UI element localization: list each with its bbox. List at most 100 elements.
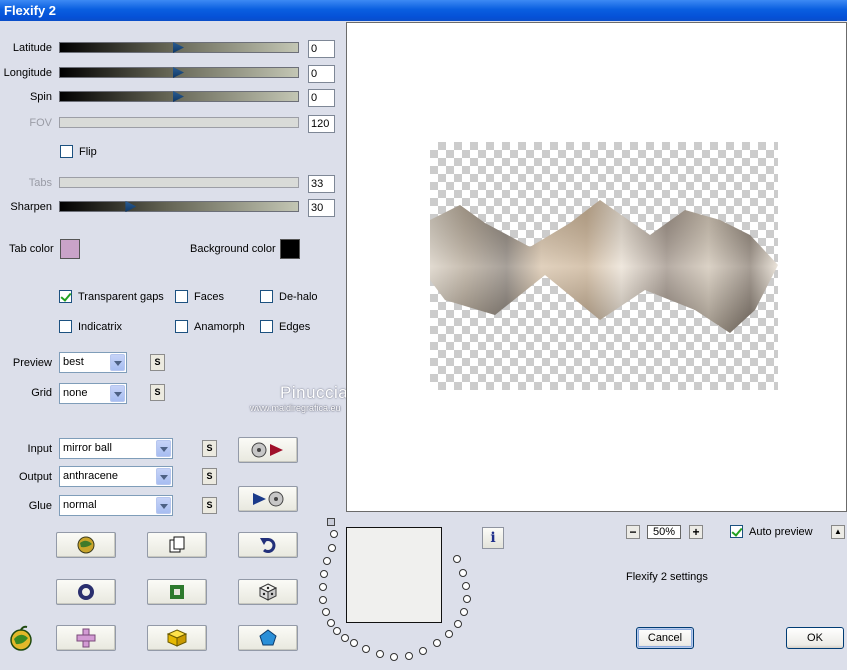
background-color-swatch[interactable] (280, 239, 300, 259)
apple-logo-icon (10, 625, 32, 651)
input-select[interactable]: mirror ball (59, 438, 173, 459)
fov-slider (59, 117, 299, 128)
anamorph-label: Anamorph (194, 321, 245, 333)
square-button[interactable] (147, 579, 207, 605)
chevron-down-icon[interactable] (110, 354, 125, 371)
transparent-gaps-label: Transparent gaps (78, 291, 164, 303)
longitude-slider[interactable] (59, 67, 299, 78)
grid-s-button[interactable]: S (150, 384, 165, 401)
output-select[interactable]: anthracene (59, 466, 173, 487)
input-s-button[interactable]: S (202, 440, 217, 457)
auto-preview-label: Auto preview (749, 526, 813, 538)
faces-checkbox[interactable] (175, 290, 188, 303)
zoom-level: 50% (647, 525, 681, 539)
chevron-down-icon[interactable] (156, 468, 171, 485)
preview-value: best (63, 356, 84, 368)
plus-button[interactable] (56, 625, 116, 651)
input-value: mirror ball (63, 442, 112, 454)
latitude-slider[interactable] (59, 42, 299, 53)
sharpen-label: Sharpen (10, 201, 52, 213)
orientation-ring[interactable] (312, 526, 476, 664)
preview-label: Preview (12, 357, 52, 369)
tab-color-label: Tab color (9, 243, 54, 255)
longitude-label: Longitude (3, 67, 52, 79)
square-icon (170, 585, 184, 599)
sharpen-input[interactable]: 30 (308, 199, 335, 217)
watermark-name: Pinuccia (280, 383, 349, 402)
chevron-down-icon[interactable] (156, 440, 171, 457)
randomize-button[interactable] (56, 532, 116, 558)
ring-icon (78, 584, 94, 600)
longitude-input[interactable]: 0 (308, 65, 335, 83)
ok-button[interactable]: OK (786, 627, 844, 649)
copy-icon (169, 536, 185, 553)
latitude-label: Latitude (12, 42, 52, 54)
input-swap-button[interactable] (238, 437, 298, 463)
latitude-input[interactable]: 0 (308, 40, 335, 58)
preview-image (430, 200, 778, 333)
background-color-label: Background color (190, 243, 276, 255)
dice-button[interactable] (238, 579, 298, 605)
de-halo-label: De-halo (279, 291, 318, 303)
chevron-down-icon[interactable] (110, 385, 125, 402)
latitude-thumb[interactable] (173, 42, 184, 53)
tabs-input: 33 (308, 175, 335, 193)
pentagon-button[interactable] (238, 625, 298, 651)
cube-button[interactable] (147, 625, 207, 651)
flip-checkbox[interactable] (60, 145, 73, 158)
edges-checkbox[interactable] (260, 320, 273, 333)
title-bar: Flexify 2 (0, 0, 847, 21)
chevron-down-icon[interactable] (156, 497, 171, 514)
transparent-gaps-checkbox[interactable] (59, 290, 72, 303)
play-film-icon (253, 491, 284, 507)
fov-label: FOV (29, 117, 52, 129)
film-play-icon (251, 442, 283, 458)
copy-button[interactable] (147, 532, 207, 558)
fov-input: 120 (308, 115, 335, 133)
edges-label: Edges (279, 321, 311, 333)
glue-select[interactable]: normal (59, 495, 173, 516)
indicatrix-label: Indicatrix (78, 321, 123, 333)
window-title: Flexify 2 (4, 3, 57, 18)
spin-thumb[interactable] (173, 91, 184, 102)
pentagon-icon (259, 629, 277, 646)
zoom-in-button[interactable]: + (689, 525, 703, 539)
spin-label: Spin (29, 91, 52, 103)
zoom-out-button[interactable]: − (626, 525, 640, 539)
longitude-thumb[interactable] (173, 67, 184, 78)
indicatrix-checkbox[interactable] (59, 320, 72, 333)
faces-label: Faces (194, 291, 224, 303)
dice-icon (258, 583, 278, 601)
tabs-label: Tabs (28, 177, 52, 189)
glue-s-button[interactable]: S (202, 497, 217, 514)
output-s-button[interactable]: S (202, 468, 217, 485)
preview-select[interactable]: best (59, 352, 127, 373)
undo-button[interactable] (238, 532, 298, 558)
ring-button[interactable] (56, 579, 116, 605)
scroll-up-button[interactable]: ▲ (831, 525, 845, 539)
auto-preview-checkbox[interactable] (730, 525, 743, 538)
thumbnail-handle[interactable] (327, 518, 335, 526)
sharpen-thumb[interactable] (125, 201, 137, 212)
anamorph-checkbox[interactable] (175, 320, 188, 333)
flip-label: Flip (79, 146, 97, 158)
spin-slider[interactable] (59, 91, 299, 102)
settings-label: Flexify 2 settings (626, 571, 708, 583)
output-swap-button[interactable] (238, 486, 298, 512)
tabs-slider (59, 177, 299, 188)
info-button[interactable]: i (482, 527, 504, 549)
globe-icon (77, 536, 95, 554)
spin-input[interactable]: 0 (308, 89, 335, 107)
preview-s-button[interactable]: S (150, 354, 165, 371)
plus-icon (76, 628, 96, 648)
output-label: Output (18, 471, 52, 483)
undo-icon (260, 538, 276, 553)
glue-value: normal (63, 499, 97, 511)
output-value: anthracene (63, 470, 119, 482)
tab-color-swatch[interactable] (60, 239, 80, 259)
grid-label: Grid (31, 387, 52, 399)
sharpen-slider[interactable] (59, 201, 299, 212)
grid-select[interactable]: none (59, 383, 127, 404)
cancel-button[interactable]: Cancel (636, 627, 694, 649)
de-halo-checkbox[interactable] (260, 290, 273, 303)
